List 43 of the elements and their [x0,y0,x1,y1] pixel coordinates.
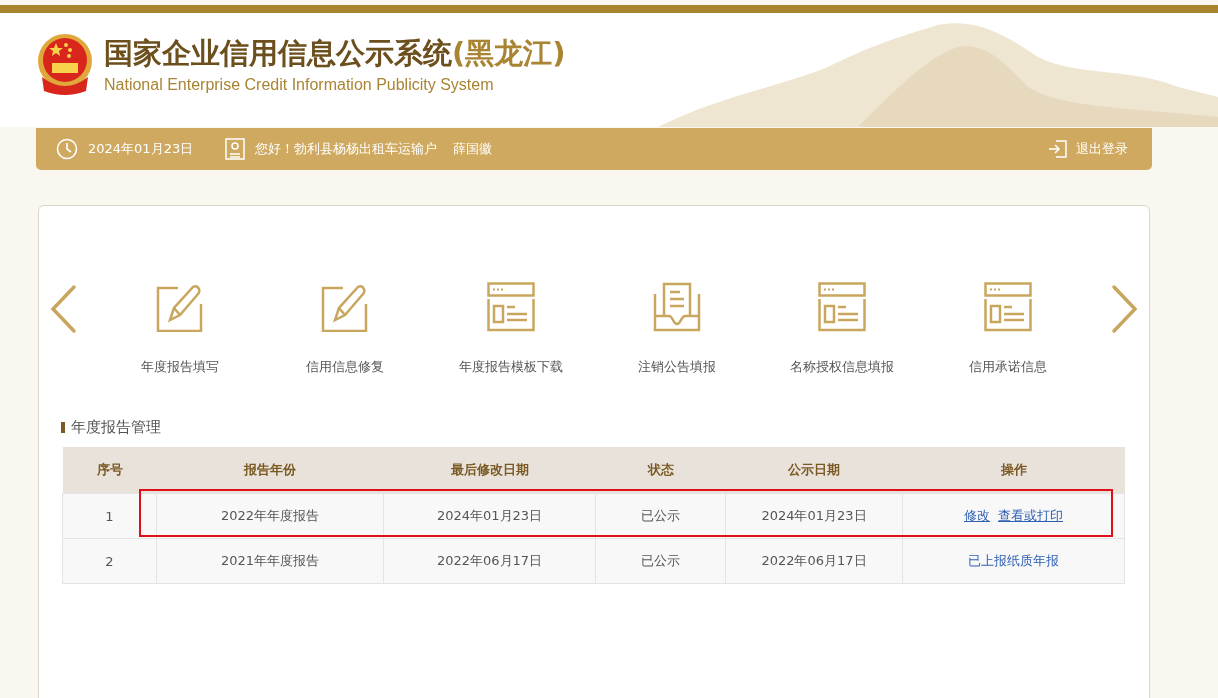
table-cell: 2024年01月23日 [383,493,596,539]
table-cell: 2022年06月17日 [725,538,903,584]
greeting-text: 您好！勃利县杨杨出租车运输户 [255,140,438,158]
clock-icon [56,138,78,160]
column-header: 操作 [902,447,1125,494]
section-marker [61,422,65,433]
current-date: 2024年01月23日 [88,140,194,158]
emblem-icon [36,33,94,95]
table-cell: 1 [62,493,157,539]
service-link[interactable]: 信用承诺信息 [969,358,1048,376]
inbox-document-icon[interactable] [652,282,701,332]
service-link[interactable]: 名称授权信息填报 [790,358,895,376]
edit-icon[interactable] [155,282,204,332]
table-cell: 2 [62,538,157,584]
service-link[interactable]: 年度报告模板下载 [459,358,564,376]
user-card-icon [225,138,246,160]
document-page-icon[interactable] [487,282,536,332]
table-cell: 已公示 [595,538,726,584]
column-header: 报告年份 [156,447,384,494]
service-link[interactable]: 注销公告填报 [637,358,716,376]
column-header: 最后修改日期 [383,447,596,494]
column-header: 公示日期 [725,447,903,494]
user-name: 薛国徽 [453,140,493,158]
table-cell: 2022年年度报告 [156,493,384,539]
region-title: (黑龙江) [452,35,566,72]
document-page-icon[interactable] [984,282,1033,332]
action-link[interactable]: 查看或打印 [998,508,1063,523]
column-header: 状态 [595,447,726,494]
column-header: 序号 [62,447,157,494]
document-page-icon[interactable] [818,282,867,332]
service-link[interactable]: 信用信息修复 [306,358,385,376]
site-subtitle: National Enterprise Credit Information Publicity System [104,76,495,94]
edit-icon[interactable] [321,282,370,332]
table-cell: 2024年01月23日 [725,493,903,539]
site-title: 国家企业信用信息公示系统 [104,35,452,72]
service-link[interactable]: 年度报告填写 [140,358,219,376]
logout-icon [1048,139,1068,159]
table-cell: 已公示 [595,493,726,539]
action-link[interactable]: 已上报纸质年报 [968,553,1059,568]
table-cell: 2022年06月17日 [383,538,596,584]
table-cell: 2021年年度报告 [156,538,384,584]
action-link[interactable]: 修改 [964,508,990,523]
section-title: 年度报告管理 [71,418,161,437]
